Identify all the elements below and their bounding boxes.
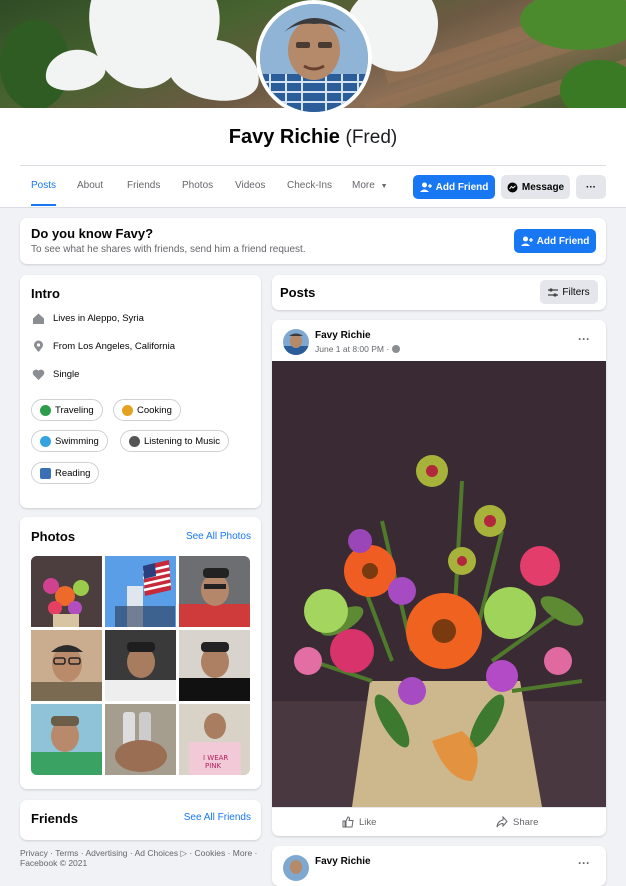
intro-row-relationship: Single [32, 368, 79, 381]
profile-avatar[interactable] [256, 0, 372, 116]
cooking-icon [122, 404, 133, 416]
intro-row-from: From Los Angeles, California [32, 340, 175, 353]
add-friend-icon [520, 236, 533, 246]
swimming-icon [40, 435, 51, 447]
intro-title: Intro [31, 286, 60, 301]
intro-card: Intro Lives in Aleppo, Syria From Los An… [20, 275, 261, 508]
photo-thumb-flowers[interactable] [31, 556, 102, 627]
profile-name-text: Favy Richie [228, 126, 340, 148]
profile-name: Favy Richie (Fred) [0, 126, 626, 149]
photo-thumb-glasses[interactable] [31, 630, 102, 701]
like-icon [342, 816, 354, 828]
tab-more[interactable]: More ▼ [352, 166, 388, 206]
hobby-swimming[interactable]: Swimming [31, 430, 108, 452]
footer-line-1[interactable]: Privacy · Terms · Advertising · Ad Choic… [20, 848, 260, 858]
photo-thumb-black-shirt[interactable] [179, 630, 250, 701]
like-button[interactable]: Like [342, 816, 376, 828]
photo-thumb-hands[interactable] [105, 704, 176, 775]
headphones-icon [129, 435, 140, 447]
tab-about[interactable]: About [77, 166, 103, 206]
hobby-traveling-label: Traveling [55, 404, 94, 416]
next-post-author-name[interactable]: Favy Richie [315, 856, 371, 867]
tab-check-ins[interactable]: Check-Ins [287, 166, 332, 206]
share-icon [496, 816, 508, 828]
intro-row-lives: Lives in Aleppo, Syria [32, 312, 144, 325]
share-label: Share [513, 816, 539, 828]
post-meta: June 1 at 8:00 PM · [315, 344, 401, 354]
see-all-photos-link[interactable]: See All Photos [186, 531, 251, 542]
photos-title: Photos [31, 529, 76, 544]
know-card: Do you know Favy? To see what he shares … [20, 218, 606, 264]
filters-icon [548, 287, 559, 297]
posts-header-card: Posts Filters [272, 275, 606, 310]
tab-more-label: More [352, 180, 375, 191]
filters-label: Filters [562, 286, 590, 298]
know-card-add-friend-button[interactable]: Add Friend [514, 229, 596, 253]
heart-icon [32, 369, 45, 380]
next-post-card: Favy Richie ··· [272, 846, 606, 886]
photo-thumb-selfie-red[interactable] [179, 556, 250, 627]
intro-lives-prefix: Lives in [53, 313, 86, 324]
post-author-avatar[interactable] [283, 329, 309, 355]
hobby-cooking-label: Cooking [137, 404, 172, 416]
footer-links: Privacy · Terms · Advertising · Ad Choic… [20, 848, 260, 868]
tab-friends[interactable]: Friends [127, 166, 160, 206]
post-options-icon[interactable]: ··· [578, 332, 590, 346]
location-icon [34, 340, 43, 352]
footer-line-2: Facebook © 2021 [20, 858, 88, 868]
profile-tabs: Posts About Friends Photos Videos Check-… [20, 166, 606, 206]
hobby-reading[interactable]: Reading [31, 462, 100, 484]
post-card: Favy Richie June 1 at 8:00 PM · ··· Like… [272, 320, 606, 836]
know-card-add-friend-label: Add Friend [536, 235, 590, 247]
know-card-subtitle: To see what he shares with friends, send… [31, 244, 306, 255]
photo-thumb-green-shirt[interactable] [31, 704, 102, 775]
intro-relationship-value: Single [53, 369, 80, 380]
photo-thumb-white-shirt[interactable] [105, 630, 176, 701]
svg-text:PINK: PINK [205, 762, 222, 770]
post-time[interactable]: June 1 at 8:00 PM · [315, 344, 389, 354]
hobby-cooking[interactable]: Cooking [113, 399, 181, 421]
friends-card: Friends See All Friends [20, 800, 261, 840]
photos-card: Photos See All Photos I WEAR PINK [20, 517, 261, 789]
share-button[interactable]: Share [496, 816, 538, 828]
post-actions-bar: Like Share [272, 807, 606, 836]
hobby-reading-label: Reading [55, 467, 91, 479]
photo-thumb-flag[interactable] [105, 556, 176, 627]
tab-posts[interactable]: Posts [31, 166, 57, 206]
photo-thumb-pink-shirt[interactable]: I WEAR PINK [179, 704, 250, 775]
post-image-flowers[interactable] [272, 361, 606, 807]
caret-down-icon: ▼ [380, 183, 388, 190]
hobby-listening-to-music[interactable]: Listening to Music [120, 430, 230, 452]
posts-title: Posts [280, 285, 316, 300]
hobby-music-label: Listening to Music [144, 435, 221, 447]
next-post-author-avatar[interactable] [283, 855, 309, 881]
globe-icon [392, 345, 401, 353]
book-icon [40, 467, 51, 479]
hobby-swimming-label: Swimming [55, 435, 99, 447]
like-label: Like [359, 816, 377, 828]
filters-button[interactable]: Filters [540, 280, 598, 304]
tab-photos[interactable]: Photos [182, 166, 213, 206]
home-icon [33, 313, 44, 324]
see-all-friends-link[interactable]: See All Friends [184, 812, 251, 823]
intro-lives-value[interactable]: Aleppo, Syria [87, 313, 144, 324]
know-card-title: Do you know Favy? [31, 226, 154, 241]
tab-videos[interactable]: Videos [235, 166, 265, 206]
profile-alt-name: (Fred) [345, 127, 398, 148]
intro-from-prefix: From [53, 341, 76, 352]
globe-icon [40, 404, 51, 416]
hobby-traveling[interactable]: Traveling [31, 399, 103, 421]
post-author-name[interactable]: Favy Richie [315, 330, 371, 341]
friends-title: Friends [31, 811, 78, 826]
svg-text:I WEAR: I WEAR [203, 754, 228, 762]
intro-from-value[interactable]: Los Angeles, California [78, 341, 175, 352]
